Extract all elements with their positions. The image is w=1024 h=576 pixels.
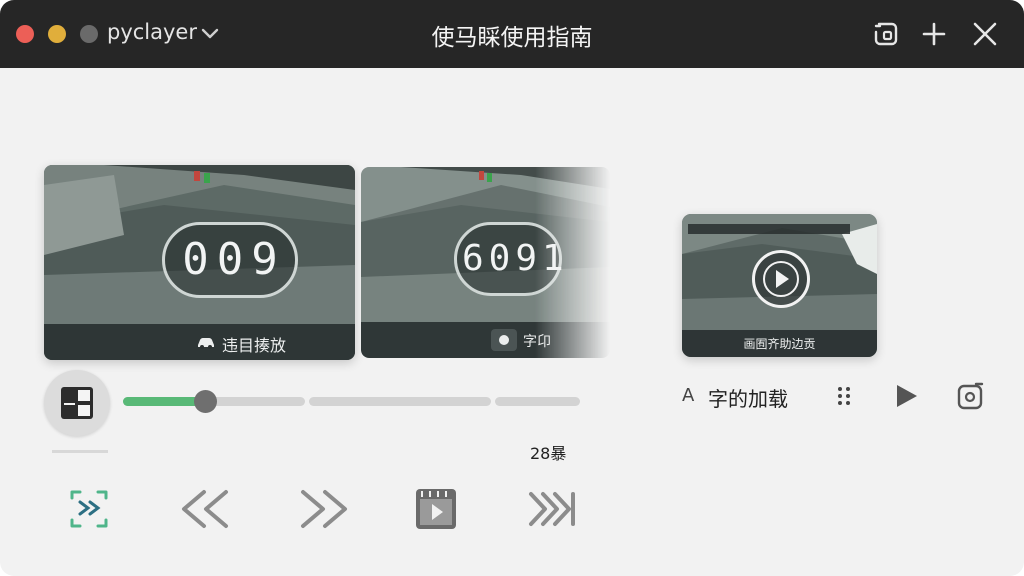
fast-forward-icon[interactable] — [295, 486, 351, 532]
counter-display: 009 — [162, 222, 298, 298]
progress-track-segment[interactable] — [495, 397, 580, 406]
car-icon — [198, 338, 214, 349]
app-name[interactable]: pyclayer — [107, 20, 197, 44]
title-bar: pyclayer 使马睬使用指南 — [0, 0, 1024, 68]
subtitle-badge-icon — [491, 329, 517, 351]
drag-handle-icon[interactable] — [831, 381, 859, 411]
grid-layout-icon — [61, 387, 93, 419]
card-caption-bar: 违目揍放 — [44, 324, 355, 360]
card-caption: 画囿齐助边贡 — [743, 337, 816, 351]
chevron-down-icon[interactable] — [200, 26, 220, 42]
play-icon[interactable] — [893, 381, 921, 411]
skip-forward-icon[interactable] — [525, 486, 581, 532]
play-icon — [763, 261, 799, 297]
card-caption: 字卬 — [523, 334, 551, 350]
card-caption-bar: 字卬 — [361, 322, 610, 358]
video-thumbnail-1[interactable]: 009 违目揍放 — [44, 165, 355, 360]
progress-thumb[interactable] — [194, 390, 218, 413]
minimize-window-dot[interactable] — [48, 25, 66, 43]
progress-fill — [123, 397, 206, 406]
layout-toggle-button[interactable] — [44, 370, 110, 436]
video-preview[interactable]: 画囿齐助边贡 — [682, 214, 877, 357]
shuffle-icon[interactable] — [66, 486, 112, 532]
divider — [52, 450, 108, 453]
card-caption-bar: 画囿齐助边贡 — [682, 330, 877, 357]
app-window: pyclayer 使马睬使用指南 009 违目揍放 6091 字卬 画囿齐助边贡… — [0, 0, 1024, 576]
rewind-icon[interactable] — [178, 486, 234, 532]
video-top-bar — [688, 224, 850, 234]
video-thumbnail-2[interactable]: 6091 字卬 — [361, 167, 610, 358]
counter-display: 6091 — [454, 222, 564, 296]
play-overlay-button[interactable] — [752, 250, 810, 308]
rotate-screen-icon[interactable] — [956, 381, 984, 411]
video-clip-icon[interactable] — [413, 486, 459, 532]
close-window-dot[interactable] — [16, 25, 34, 43]
subtitle-prefix: A — [682, 385, 695, 406]
close-icon[interactable] — [971, 20, 999, 48]
progress-track-segment[interactable] — [309, 397, 491, 406]
picture-in-picture-icon[interactable] — [872, 20, 900, 48]
time-label: 28暴 — [530, 444, 567, 463]
add-icon[interactable] — [920, 20, 948, 48]
subtitle-load-label: 字的加载 — [708, 387, 788, 411]
card-caption: 违目揍放 — [222, 336, 287, 355]
zoom-window-dot[interactable] — [80, 25, 98, 43]
